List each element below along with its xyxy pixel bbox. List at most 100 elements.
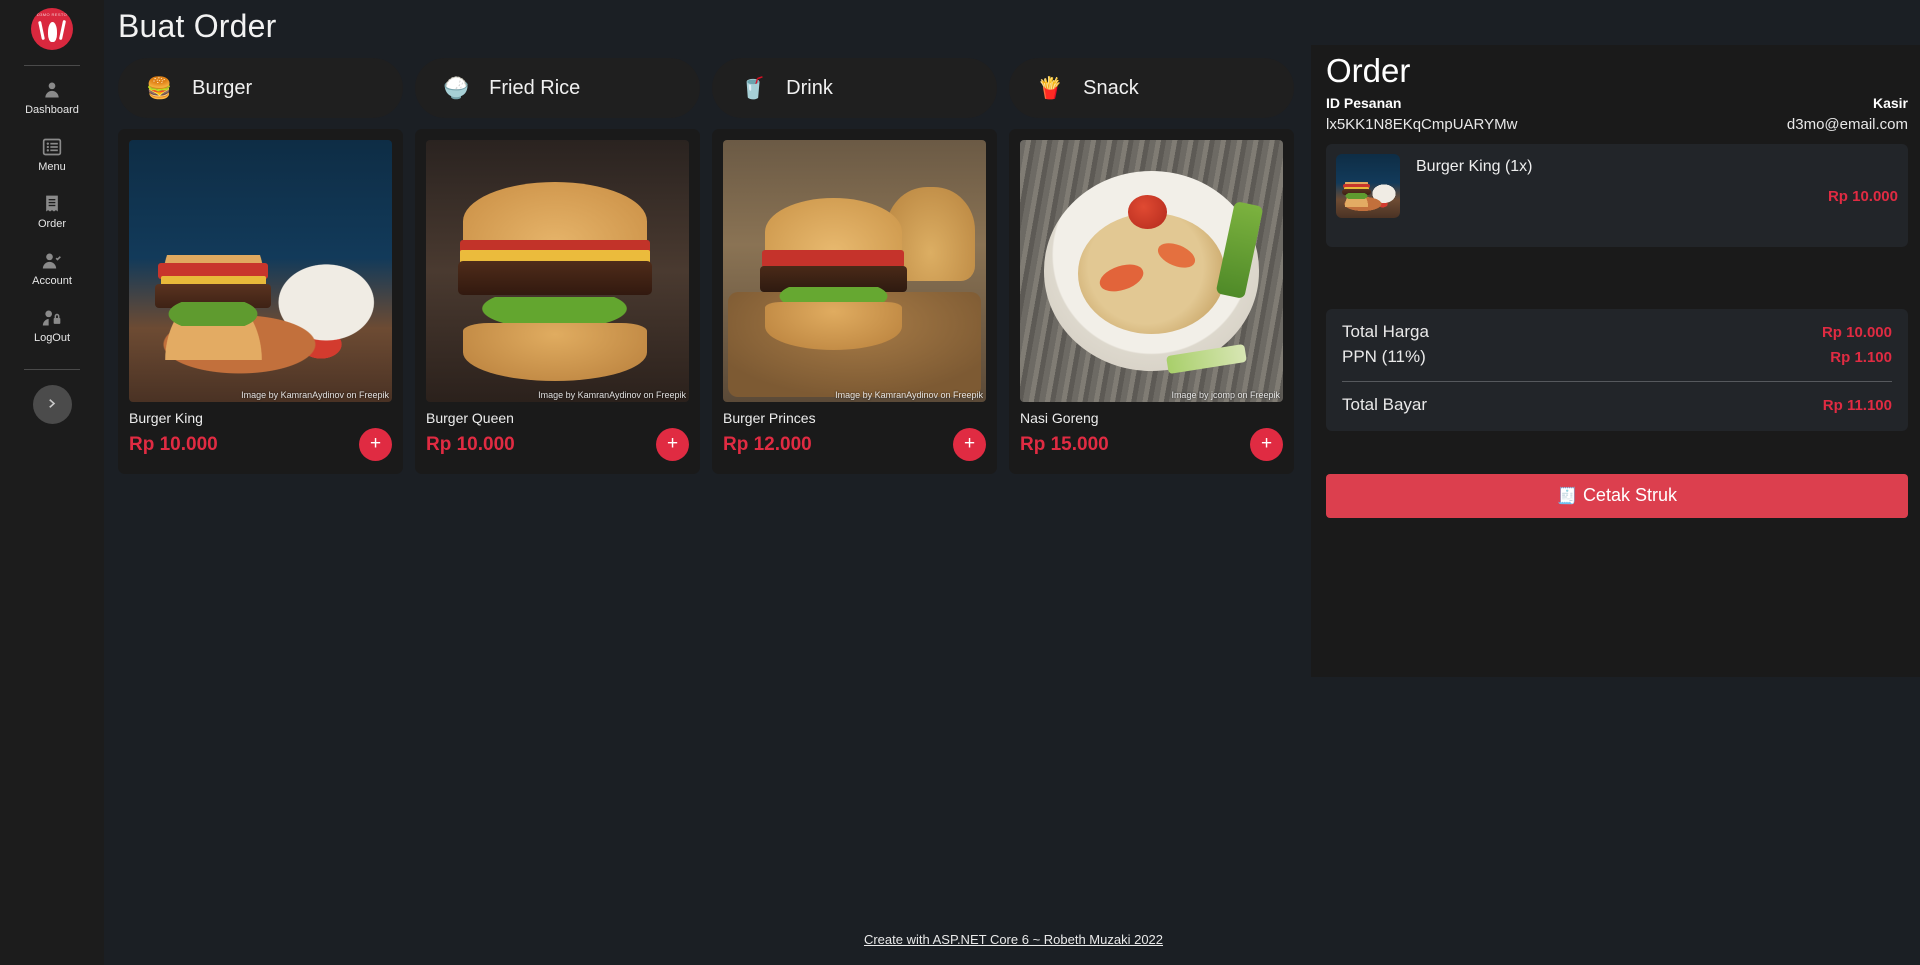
list-icon xyxy=(42,137,62,157)
fried-rice-icon: 🍚 xyxy=(443,76,470,100)
sidebar-item-account[interactable]: Account xyxy=(0,251,104,287)
sidebar-item-label: LogOut xyxy=(33,332,71,344)
product-image: Image by KamranAydinov on Freepik xyxy=(129,140,392,402)
print-receipt-button[interactable]: 🧾 Cetak Struk xyxy=(1326,473,1908,518)
add-to-order-button[interactable]: + xyxy=(656,428,689,461)
image-credit: Image by KamranAydinov on Freepik xyxy=(835,390,983,400)
order-id-value: lx5KK1N8EKqCmpUARYMw xyxy=(1326,115,1518,133)
logo-fork-shape xyxy=(38,20,45,41)
add-to-order-button[interactable]: + xyxy=(953,428,986,461)
receipt-icon: 🧾 xyxy=(1557,487,1577,505)
product-price-row: Rp 12.000 + xyxy=(723,428,986,461)
product-name: Burger Queen xyxy=(426,410,514,426)
user-icon xyxy=(42,80,62,100)
grand-total-value: Rp 11.100 xyxy=(1822,396,1892,414)
order-totals: Total Harga Rp 10.000 PPN (11%) Rp 1.100… xyxy=(1326,308,1908,431)
order-panel: Order ID Pesanan lx5KK1N8EKqCmpUARYMw Ka… xyxy=(1311,45,1920,677)
image-credit: Image by KamranAydinov on Freepik xyxy=(538,390,686,400)
grand-total-label: Total Bayar xyxy=(1342,394,1428,414)
tax-value: Rp 1.100 xyxy=(1830,348,1892,366)
sidebar-item-dashboard[interactable]: Dashboard xyxy=(0,80,104,116)
main-content: Buat Order 🍔 Burger 🍚 Fried Rice 🥤 Drink… xyxy=(104,0,1920,965)
user-lock-icon xyxy=(42,308,62,328)
product-image: Image by KamranAydinov on Freepik xyxy=(723,140,986,402)
receipt-icon xyxy=(42,194,62,214)
sidebar-item-menu[interactable]: Menu xyxy=(0,137,104,173)
order-item-price: Rp 10.000 xyxy=(1827,187,1898,205)
grand-total-row: Total Bayar Rp 11.100 xyxy=(1342,395,1892,415)
sidebar-divider-top xyxy=(24,65,80,66)
logo-wrapper: D3MO RESTO xyxy=(31,8,73,50)
order-item-row: Burger King (1x) Rp 10.000 xyxy=(1336,153,1898,218)
product-card[interactable]: Image by KamranAydinov on Freepik Burger… xyxy=(415,129,700,474)
subtotal-label: Total Harga xyxy=(1342,321,1429,341)
logo-knife-shape xyxy=(58,19,67,41)
category-label: Drink xyxy=(786,76,833,99)
order-panel-title: Order xyxy=(1326,52,1411,89)
product-card[interactable]: Image by KamranAydinov on Freepik Burger… xyxy=(712,129,997,474)
category-label: Snack xyxy=(1083,76,1139,99)
product-card[interactable]: Image by jcomp on Freepik Nasi Goreng Rp… xyxy=(1009,129,1294,474)
sidebar-item-logout[interactable]: LogOut xyxy=(0,308,104,344)
product-price: Rp 12.000 xyxy=(723,433,812,455)
catalog-column: 🍔 Burger 🍚 Fried Rice 🥤 Drink 🍟 Snack Im… xyxy=(104,45,1309,677)
product-name: Burger King xyxy=(129,410,203,426)
order-item-thumbnail xyxy=(1336,153,1400,218)
order-id-block: ID Pesanan lx5KK1N8EKqCmpUARYMw xyxy=(1326,95,1517,133)
sidebar-item-order[interactable]: Order xyxy=(0,194,104,230)
subtotal-row: Total Harga Rp 10.000 xyxy=(1342,322,1892,342)
cashier-role-label: Kasir xyxy=(1872,94,1908,111)
add-to-order-button[interactable]: + xyxy=(1250,428,1283,461)
restaurant-logo-icon: D3MO RESTO xyxy=(31,8,73,50)
footer: Create with ASP.NET Core 6 ~ Robeth Muza… xyxy=(104,914,1920,965)
footer-link[interactable]: Create with ASP.NET Core 6 ~ Robeth Muza… xyxy=(864,932,1163,947)
product-grid: Image by KamranAydinov on Freepik Burger… xyxy=(118,129,1309,474)
tax-label: PPN (11%) xyxy=(1342,346,1426,366)
logo-spoon-shape xyxy=(47,21,57,42)
totals-divider xyxy=(1342,380,1892,382)
order-item-details: Burger King (1x) Rp 10.000 xyxy=(1416,154,1898,218)
logo-arc-text: D3MO RESTO xyxy=(36,12,68,17)
product-price-row: Rp 15.000 + xyxy=(1020,428,1283,461)
category-tab-burger[interactable]: 🍔 Burger xyxy=(118,58,403,118)
order-meta: ID Pesanan lx5KK1N8EKqCmpUARYMw Kasir d3… xyxy=(1326,95,1908,133)
sidebar: D3MO RESTO Dashboard Menu Order Account … xyxy=(0,0,104,965)
product-name: Nasi Goreng xyxy=(1020,410,1099,426)
snack-icon: 🍟 xyxy=(1037,76,1064,100)
category-label: Fried Rice xyxy=(489,76,581,99)
sidebar-item-label: Order xyxy=(37,218,67,230)
app-root: D3MO RESTO Dashboard Menu Order Account … xyxy=(0,0,1920,965)
sidebar-divider-bottom xyxy=(24,369,80,370)
product-image: Image by KamranAydinov on Freepik xyxy=(426,140,689,402)
product-price-row: Rp 10.000 + xyxy=(129,428,392,461)
sidebar-item-label: Menu xyxy=(38,161,66,173)
cashier-block: Kasir d3mo@email.com xyxy=(1787,95,1908,133)
image-credit: Image by KamranAydinov on Freepik xyxy=(241,390,389,400)
print-receipt-label: Cetak Struk xyxy=(1582,485,1677,506)
category-tabs: 🍔 Burger 🍚 Fried Rice 🥤 Drink 🍟 Snack xyxy=(118,58,1309,118)
sidebar-collapse-toggle[interactable] xyxy=(32,385,72,424)
tax-row: PPN (11%) Rp 1.100 xyxy=(1342,347,1892,367)
category-tab-fried-rice[interactable]: 🍚 Fried Rice xyxy=(415,58,700,118)
order-items-list: Burger King (1x) Rp 10.000 xyxy=(1326,143,1908,247)
chevron-right-icon xyxy=(46,397,59,413)
add-to-order-button[interactable]: + xyxy=(359,428,392,461)
user-check-icon xyxy=(42,251,62,271)
product-image: Image by jcomp on Freepik xyxy=(1020,140,1283,402)
product-price: Rp 10.000 xyxy=(426,433,515,455)
product-price-row: Rp 10.000 + xyxy=(426,428,689,461)
category-tab-drink[interactable]: 🥤 Drink xyxy=(712,58,997,118)
sidebar-item-label: Account xyxy=(32,275,72,287)
cashier-email: d3mo@email.com xyxy=(1786,115,1908,133)
category-tab-snack[interactable]: 🍟 Snack xyxy=(1009,58,1294,118)
product-price: Rp 15.000 xyxy=(1020,433,1109,455)
subtotal-value: Rp 10.000 xyxy=(1821,323,1892,341)
page-title: Buat Order xyxy=(118,8,277,44)
product-card[interactable]: Image by KamranAydinov on Freepik Burger… xyxy=(118,129,403,474)
sidebar-item-label: Dashboard xyxy=(25,104,79,116)
burger-icon: 🍔 xyxy=(146,76,173,100)
product-name: Burger Princes xyxy=(723,410,816,426)
order-id-label: ID Pesanan xyxy=(1326,94,1402,111)
image-credit: Image by jcomp on Freepik xyxy=(1171,390,1280,400)
drink-icon: 🥤 xyxy=(740,76,767,100)
